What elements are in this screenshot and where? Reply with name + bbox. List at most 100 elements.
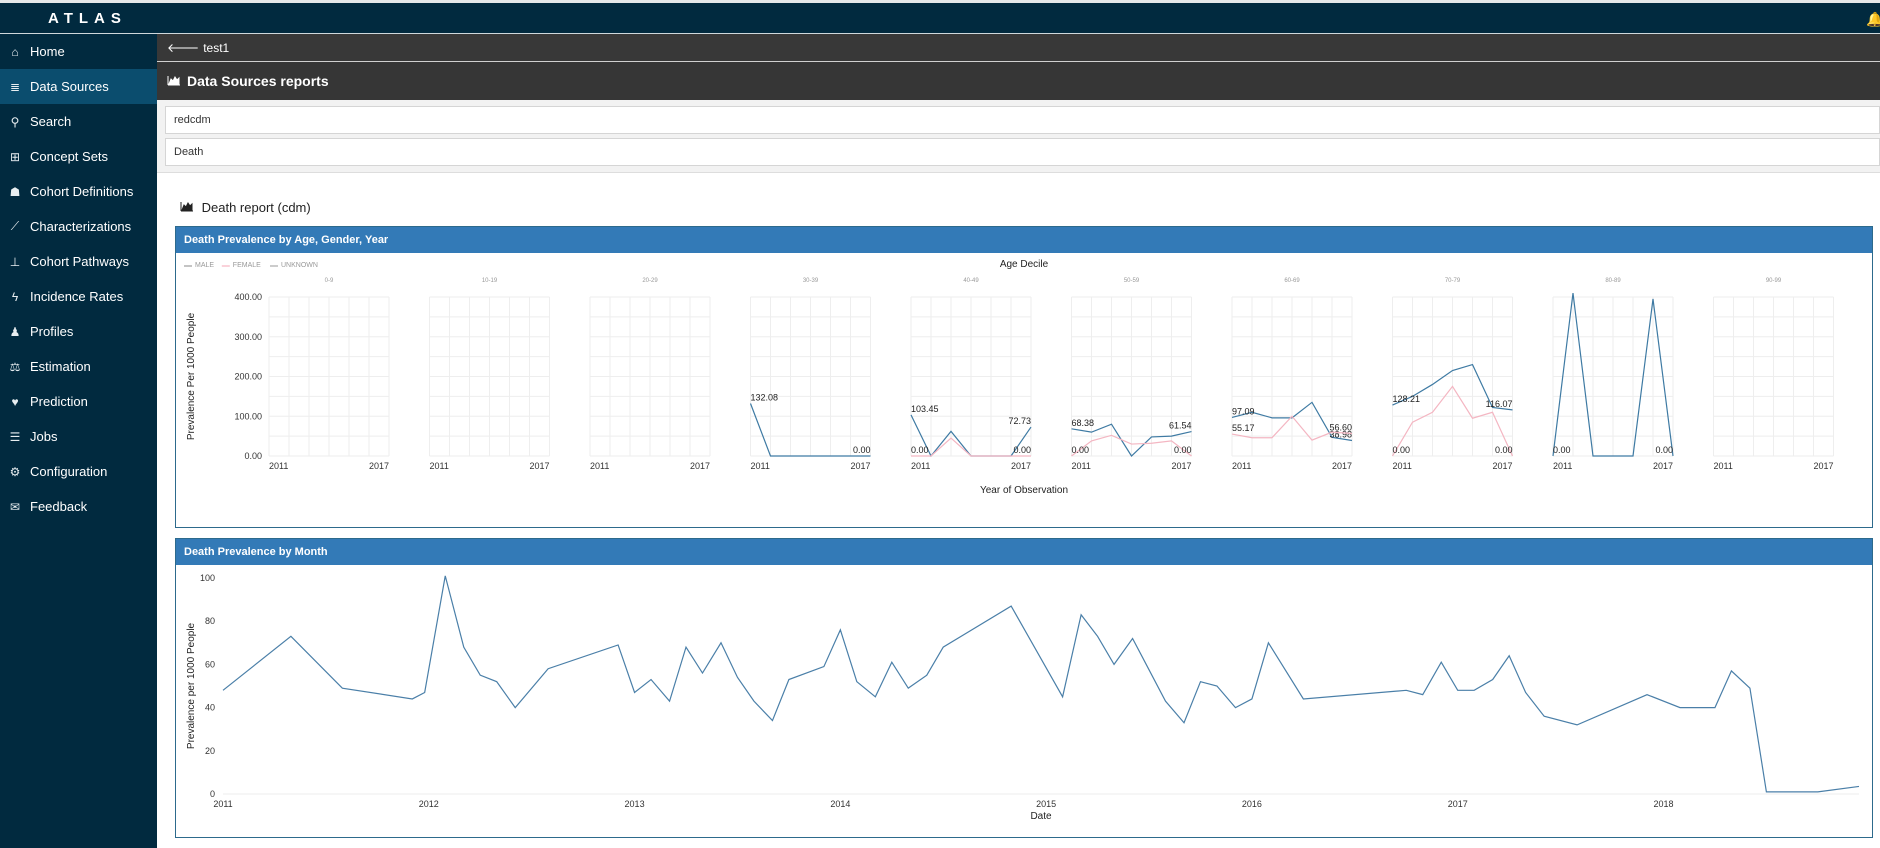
data-label: 0.00 xyxy=(1174,445,1192,455)
data-label: 0.00 xyxy=(1495,445,1513,455)
x-tick-label: 2017 xyxy=(529,461,549,471)
facet-50-59: 50-59 2011 2017 68.38 61.54 0.00 0.00 xyxy=(1071,278,1192,471)
cart-icon: ⊞ xyxy=(9,149,21,164)
back-arrow-icon[interactable]: 🡐 xyxy=(167,40,199,55)
sidebar-item-configuration[interactable]: ⚙ Configuration xyxy=(0,454,157,489)
x-tick-label: 2011 xyxy=(911,461,930,471)
sidebar-item-cohort-definitions[interactable]: ☗ Cohort Definitions xyxy=(0,174,157,209)
prevalence-line xyxy=(222,575,1860,793)
page-title: Data Sources reports xyxy=(187,73,329,89)
area-chart-icon xyxy=(167,73,181,89)
report-selectors: redcdm Death xyxy=(157,100,1880,173)
sitemap-icon: ⊥ xyxy=(9,254,21,269)
app-logo[interactable]: ATLAS xyxy=(48,10,127,27)
sidebar-item-cohort-pathways[interactable]: ⊥ Cohort Pathways xyxy=(0,244,157,279)
sidebar-item-concept-sets[interactable]: ⊞ Concept Sets xyxy=(0,139,157,174)
sidebar-item-prediction[interactable]: ♥ Prediction xyxy=(0,384,157,419)
x-tick-label: 2017 xyxy=(850,461,870,471)
x-tick-label: 2011 xyxy=(1072,461,1091,471)
data-label: 68.38 xyxy=(1072,418,1095,428)
facet-10-19: 10-19 2011 2017 xyxy=(429,278,550,471)
cogs-icon: ⚙ xyxy=(9,464,21,479)
x-axis-title: Year of Observation xyxy=(980,485,1068,496)
sidebar-item-label: Concept Sets xyxy=(30,149,109,164)
legend-label: UNKNOWN xyxy=(281,262,318,269)
comment-icon: ✉ xyxy=(9,499,21,514)
user-icon: ♟ xyxy=(9,324,21,339)
sidebar-item-jobs[interactable]: ☰ Jobs xyxy=(0,419,157,454)
panel-by-month: Death Prevalence by Month 0 20 40 60 80 100 20… xyxy=(175,538,1873,838)
data-label: 56.60 xyxy=(1329,423,1352,433)
sidebar-item-characterizations[interactable]: ⟋ Characterizations xyxy=(0,209,157,244)
y-tick-label: 80 xyxy=(205,616,215,626)
x-tick-label: 2011 xyxy=(213,799,232,809)
search-icon: ⚲ xyxy=(10,114,20,129)
x-tick-label: 2017 xyxy=(1332,461,1352,471)
sidebar-item-label: Data Sources xyxy=(30,79,109,94)
x-tick-label: 2011 xyxy=(430,461,449,471)
sidebar-item-feedback[interactable]: ✉ Feedback xyxy=(0,489,157,524)
source-select[interactable]: redcdm xyxy=(165,106,1880,134)
line-chart-icon: ⟋ xyxy=(10,219,20,233)
y-tick-label: 100 xyxy=(200,573,215,583)
y-tick-label: 100.00 xyxy=(234,411,262,421)
top-bar: ATLAS 🔔 xyxy=(0,0,1880,34)
x-tick-label: 2011 xyxy=(590,461,609,471)
sidebar-item-label: Search xyxy=(30,114,72,129)
breadcrumb-back-link[interactable]: test1 xyxy=(203,41,229,55)
x-tick-label: 2015 xyxy=(1036,799,1056,809)
facet-70-79: 70-79 2011 2017 128.21 116.07 0.00 0.00 xyxy=(1391,278,1514,471)
sidebar-item-label: Configuration xyxy=(30,464,108,479)
y-tick-label: 300.00 xyxy=(234,332,262,342)
sidebar-item-label: Jobs xyxy=(30,429,58,444)
data-label: 0.00 xyxy=(853,445,871,455)
data-label: 116.07 xyxy=(1486,399,1513,409)
facet-60-69: 60-692011 201797.0938.9855.17 56.60 xyxy=(1231,278,1353,471)
x-tick-label: 2017 xyxy=(1011,461,1031,471)
database-icon: ≣ xyxy=(9,79,21,94)
sidebar-item-profiles[interactable]: ♟ Profiles xyxy=(0,314,157,349)
sidebar-item-home[interactable]: ⌂ Home xyxy=(0,34,157,69)
page-title-bar: Data Sources reports xyxy=(157,62,1880,100)
x-tick-label: 2017 xyxy=(1492,461,1512,471)
panel-header: Death Prevalence by Month xyxy=(176,539,1872,565)
facet-title: Age Decile xyxy=(1000,259,1049,270)
month-chart: 0 20 40 60 80 100 2011 2012 2013 2014 2015 2016 2017… xyxy=(186,573,1860,822)
legend-label: FEMALE xyxy=(233,262,261,269)
data-label: 55.17 xyxy=(1232,423,1255,433)
breadcrumb: 🡐 test1 xyxy=(157,34,1880,62)
x-tick-label: 2017 xyxy=(1813,461,1833,471)
data-label: 72.73 xyxy=(1008,416,1031,426)
home-icon: ⌂ xyxy=(11,44,19,59)
report-title: Death report (cdm) xyxy=(180,200,311,215)
facet-label: 80-89 xyxy=(1605,278,1621,284)
x-tick-label: 2017 xyxy=(1171,461,1191,471)
sidebar-item-data-sources[interactable]: ≣ Data Sources xyxy=(0,69,157,104)
report-title-text: Death report (cdm) xyxy=(201,200,311,215)
report-select[interactable]: Death xyxy=(165,138,1880,166)
y-tick-label: 0.00 xyxy=(244,451,262,461)
facet-label: 30-39 xyxy=(803,278,819,284)
sidebar-item-search[interactable]: ⚲ Search xyxy=(0,104,157,139)
sidebar-item-estimation[interactable]: ⚖ Estimation xyxy=(0,349,157,384)
list-icon: ☰ xyxy=(9,429,21,444)
x-tick-label: 2018 xyxy=(1653,799,1673,809)
x-axis-title: Date xyxy=(1030,811,1052,822)
x-tick-label: 2017 xyxy=(369,461,389,471)
data-label: 0.00 xyxy=(1013,445,1031,455)
facet-label: 40-49 xyxy=(963,278,979,284)
age-gender-year-chart: MALE FEMALE UNKNOWN Age Decile 0.00 100.00 200… xyxy=(184,259,1834,496)
facet-30-39: 30-39 2011 2017 132.08 0.00 xyxy=(749,278,871,471)
x-tick-label: 2017 xyxy=(1653,461,1673,471)
sidebar-item-label: Home xyxy=(30,44,65,59)
x-tick-label: 2011 xyxy=(1232,461,1251,471)
sidebar-item-label: Feedback xyxy=(30,499,88,514)
sidebar-item-incidence-rates[interactable]: ϟ Incidence Rates xyxy=(0,279,157,314)
data-label: 61.54 xyxy=(1169,421,1192,431)
panel-age-gender-year: Death Prevalence by Age, Gender, Year MA… xyxy=(175,226,1873,528)
facet-90-99: 90-99 2011 2017 xyxy=(1713,278,1834,471)
sidebar-item-label: Cohort Definitions xyxy=(30,184,134,199)
bell-icon[interactable]: 🔔 xyxy=(1866,11,1880,27)
y-tick-label: 200.00 xyxy=(234,372,262,382)
data-label: 0.00 xyxy=(911,445,929,455)
